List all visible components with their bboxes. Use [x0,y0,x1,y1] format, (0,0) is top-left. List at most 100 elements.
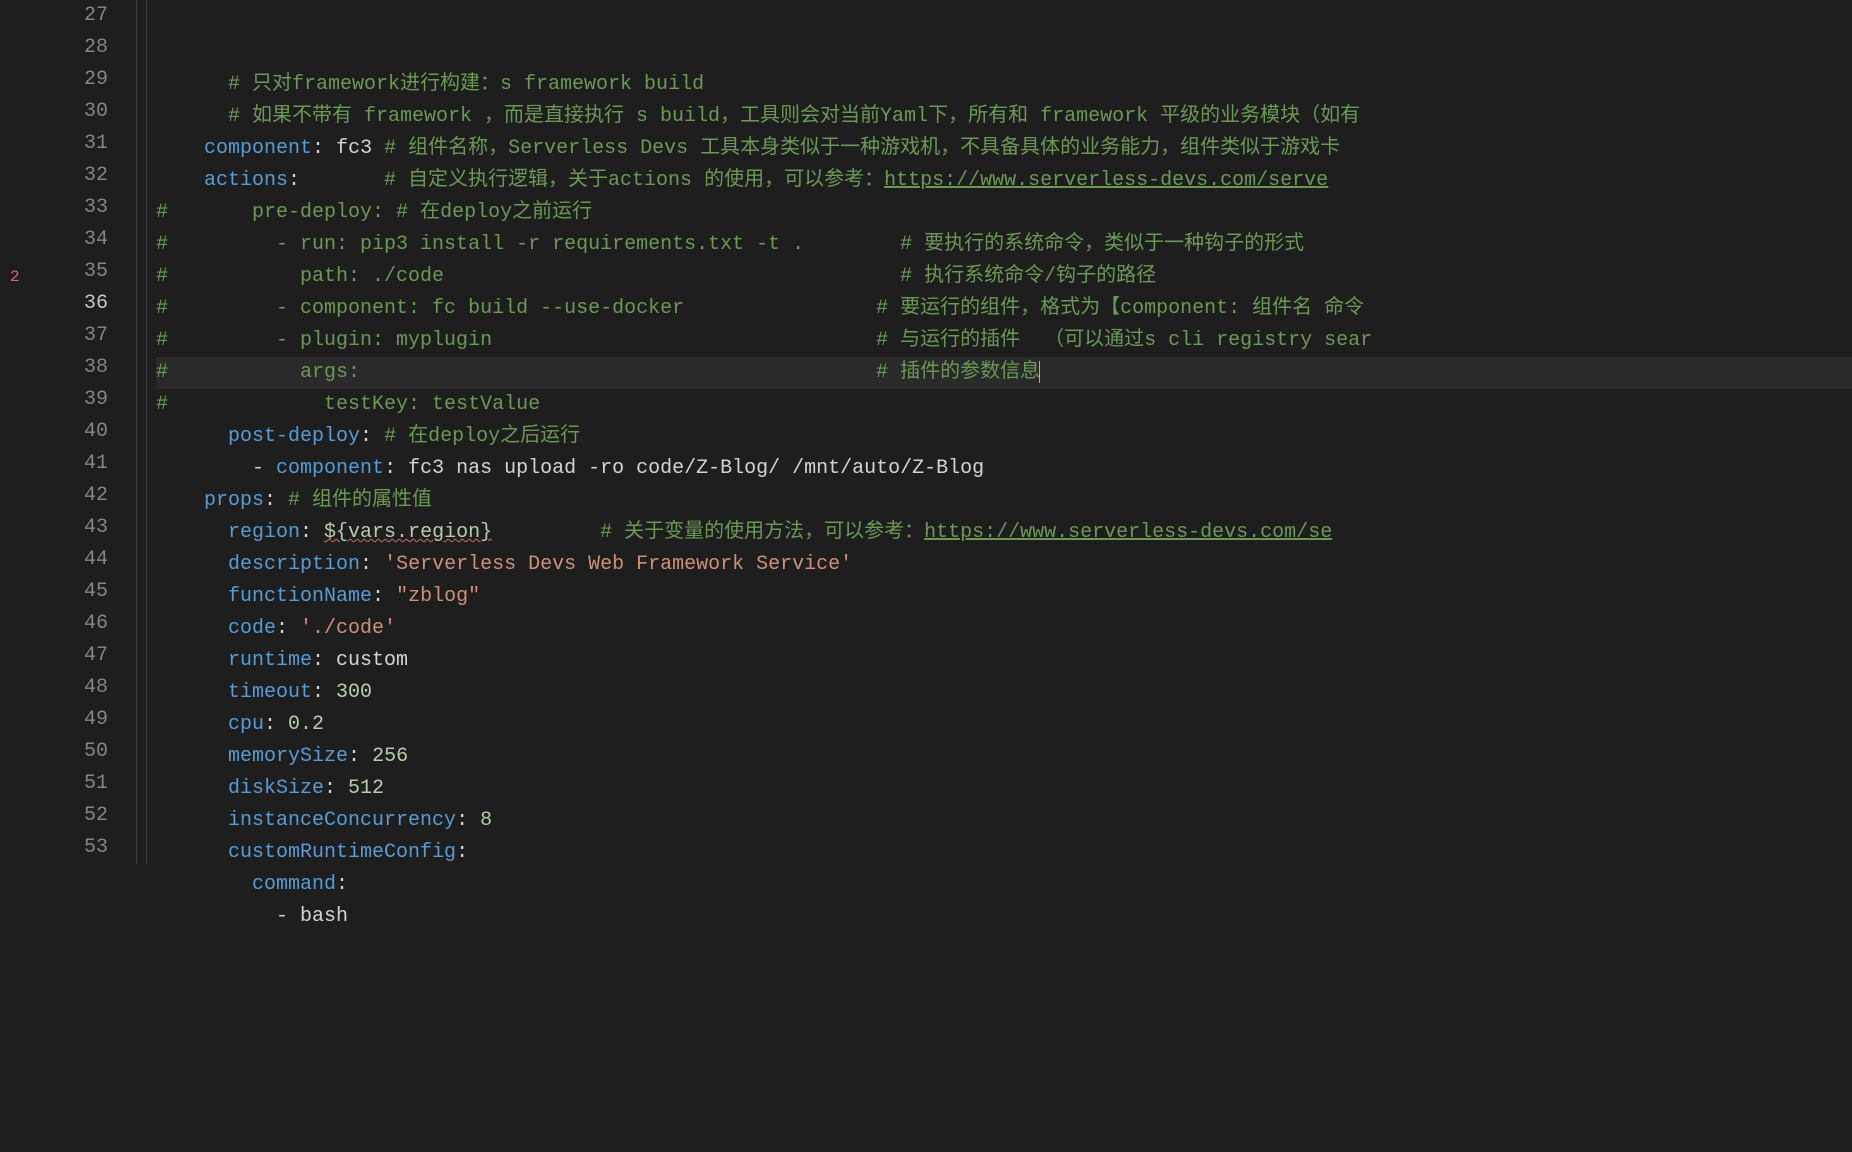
code-line[interactable]: # args: # 插件的参数信息 [156,357,1852,389]
token-comment: # [156,361,180,384]
token-key: code [228,617,276,640]
code-line[interactable]: cpu: 0.2 [156,709,1852,741]
token-colon: : [324,777,348,800]
token-plain [156,489,204,512]
token-comment: # 组件的属性值 [288,489,432,512]
code-line[interactable]: - bash [156,901,1852,933]
fold-guide [132,800,156,832]
line-number: 48 [40,672,108,704]
code-line[interactable]: component: fc3 # 组件名称，Serverless Devs 工具… [156,133,1852,165]
line-number: 39 [40,384,108,416]
token-comment: - run: pip3 install -r requirements.txt … [180,233,900,256]
code-line[interactable]: props: # 组件的属性值 [156,485,1852,517]
token-plain: fc3 [336,137,384,160]
code-line[interactable]: actions: # 自定义执行逻辑，关于actions 的使用，可以参考：ht… [156,165,1852,197]
token-key: runtime [228,649,312,672]
line-number-gutter: 2728293031323334353637383940414243444546… [40,0,132,1152]
line-number: 49 [40,704,108,736]
token-plain [156,617,228,640]
code-line[interactable]: memorySize: 256 [156,741,1852,773]
token-plain [156,425,228,448]
code-line[interactable]: # testKey: testValue [156,389,1852,421]
code-line[interactable]: # - plugin: myplugin # 与运行的插件 （可以通过s cli… [156,325,1852,357]
token-key: timeout [228,681,312,704]
fold-guide [132,192,156,224]
token-comment: # 只对framework进行构建：s framework build [228,73,704,96]
code-line[interactable]: # - component: fc build --use-docker # 要… [156,293,1852,325]
code-line[interactable]: timeout: 300 [156,677,1852,709]
code-line[interactable]: # - run: pip3 install -r requirements.tx… [156,229,1852,261]
code-line[interactable]: functionName: "zblog" [156,581,1852,613]
token-plain [156,745,228,768]
token-colon: : [456,841,468,864]
line-number: 53 [40,832,108,864]
code-area[interactable]: # 只对framework进行构建：s framework build # 如果… [156,0,1852,1152]
token-comment: - plugin: myplugin [180,329,876,352]
token-comment: # 与运行的插件 （可以通过s cli registry sear [876,329,1372,352]
token-plain: bash [300,905,348,928]
token-colon: : [360,425,384,448]
token-comment: # 要执行的系统命令，类似于一种钩子的形式 [900,233,1304,256]
code-editor[interactable]: 2 27282930313233343536373839404142434445… [0,0,1852,1152]
code-line[interactable]: description: 'Serverless Devs Web Framew… [156,549,1852,581]
diagnostic-gutter: 2 [0,0,40,1152]
code-line[interactable]: # path: ./code # 执行系统命令/钩子的路径 [156,261,1852,293]
token-colon: : [264,489,288,512]
code-line[interactable]: region: ${vars.region} # 关于变量的使用方法，可以参考：… [156,517,1852,549]
fold-guide [132,256,156,288]
fold-guide [132,480,156,512]
token-colon: : [312,137,336,160]
code-line[interactable]: # pre-deploy: # 在deploy之前运行 [156,197,1852,229]
code-line[interactable]: instanceConcurrency: 8 [156,805,1852,837]
token-string: "zblog" [396,585,480,608]
code-line[interactable]: diskSize: 512 [156,773,1852,805]
fold-guide [132,32,156,64]
fold-guide [132,128,156,160]
token-num: 0.2 [288,713,324,736]
line-number: 38 [40,352,108,384]
token-plain [156,713,228,736]
token-comment: # 在deploy之前运行 [396,201,592,224]
token-plain [156,841,228,864]
token-comment: # 如果不带有 framework ，而是直接执行 s build，工具则会对当… [228,105,1360,128]
token-comment: https://www.serverless-devs.com/se [924,521,1332,544]
line-number: 47 [40,640,108,672]
code-line[interactable]: code: './code' [156,613,1852,645]
fold-guide [132,160,156,192]
token-comment: https://www.serverless-devs.com/serve [884,169,1328,192]
annotation-overlay [156,933,228,1025]
code-line[interactable]: # 只对framework进行构建：s framework build [156,69,1852,101]
fold-guide [132,0,156,32]
line-number: 45 [40,576,108,608]
token-dash: - [276,905,300,928]
code-line[interactable]: customRuntimeConfig: [156,837,1852,869]
fold-guide [132,768,156,800]
token-comment: # [156,297,180,320]
token-plain [156,681,228,704]
token-plain [156,169,204,192]
token-colon: : [312,649,336,672]
token-key: diskSize [228,777,324,800]
code-line[interactable]: - component: fc3 nas upload -ro code/Z-B… [156,453,1852,485]
code-line[interactable]: post-deploy: # 在deploy之后运行 [156,421,1852,453]
code-line[interactable]: runtime: custom [156,645,1852,677]
token-plain [156,137,204,160]
line-number: 40 [40,416,108,448]
fold-guide [132,704,156,736]
token-comment: - component: fc build --use-docker [180,297,876,320]
token-num: 300 [336,681,372,704]
code-line[interactable]: # 如果不带有 framework ，而是直接执行 s build，工具则会对当… [156,101,1852,133]
line-number: 31 [40,128,108,160]
token-comment: # [156,265,180,288]
token-key: region [228,521,300,544]
token-plain [156,553,228,576]
token-key: actions [204,169,288,192]
code-line[interactable]: command: [156,869,1852,901]
token-key: memorySize [228,745,348,768]
fold-guide [132,416,156,448]
token-comment: path: ./code [180,265,900,288]
fold-guide [132,288,156,320]
line-number: 30 [40,96,108,128]
token-var: ${vars.region} [324,521,492,544]
token-plain [156,649,228,672]
